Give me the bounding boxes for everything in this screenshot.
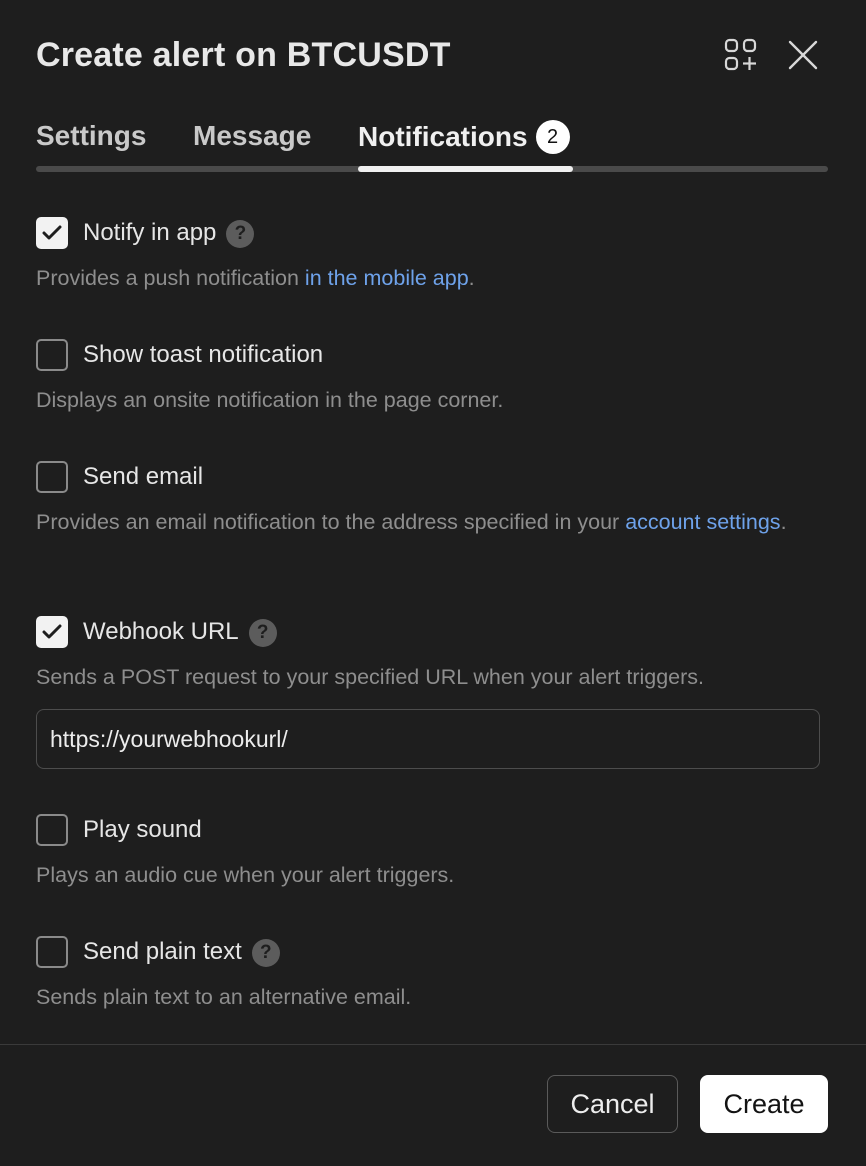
play-sound-label: Play sound bbox=[83, 816, 202, 843]
create-alert-dialog: Create alert on BTCUSDT Settings Message… bbox=[0, 0, 866, 1166]
cancel-button[interactable]: Cancel bbox=[547, 1075, 678, 1133]
tab-notifications[interactable]: Notifications 2 bbox=[358, 120, 570, 154]
send-plain-text-label: Send plain text? bbox=[83, 936, 280, 968]
close-icon[interactable] bbox=[786, 38, 820, 72]
notify-in-app-checkbox[interactable] bbox=[36, 217, 68, 249]
send-email-checkbox[interactable] bbox=[36, 461, 68, 493]
webhook-url-checkbox[interactable] bbox=[36, 616, 68, 648]
footer-divider bbox=[0, 1044, 866, 1045]
option-show-toast: Show toast notification Displays an onsi… bbox=[36, 339, 826, 417]
webhook-url-input[interactable] bbox=[36, 709, 820, 769]
notifications-count-badge: 2 bbox=[535, 120, 570, 154]
active-tab-indicator bbox=[358, 166, 573, 172]
question-mark-icon[interactable]: ? bbox=[226, 220, 255, 248]
checkmark-icon bbox=[42, 225, 62, 240]
dialog-title: Create alert on BTCUSDT bbox=[36, 36, 451, 74]
show-toast-label: Show toast notification bbox=[83, 341, 324, 368]
send-email-description: Provides an email notification to the ad… bbox=[36, 510, 787, 534]
option-notify-in-app: Notify in app? Provides a push notificat… bbox=[36, 217, 826, 295]
create-button[interactable]: Create bbox=[700, 1075, 828, 1133]
notify-in-app-description: Provides a push notification in the mobi… bbox=[36, 266, 475, 290]
add-widget-icon[interactable] bbox=[724, 38, 758, 72]
checkmark-icon bbox=[42, 624, 62, 639]
send-plain-text-checkbox[interactable] bbox=[36, 936, 68, 968]
option-send-plain-text: Send plain text? Sends plain text to an … bbox=[36, 936, 826, 1014]
show-toast-description: Displays an onsite notification in the p… bbox=[36, 388, 504, 412]
webhook-url-description: Sends a POST request to your specified U… bbox=[36, 665, 705, 689]
play-sound-checkbox[interactable] bbox=[36, 814, 68, 846]
option-webhook-url: Webhook URL? Sends a POST request to you… bbox=[36, 616, 826, 694]
notify-in-app-label: Notify in app? bbox=[83, 217, 255, 249]
webhook-url-label: Webhook URL? bbox=[83, 616, 277, 648]
question-mark-icon[interactable]: ? bbox=[251, 939, 280, 967]
option-send-email: Send email Provides an email notificatio… bbox=[36, 461, 826, 539]
tab-message[interactable]: Message bbox=[193, 120, 311, 152]
tab-settings[interactable]: Settings bbox=[36, 120, 146, 152]
send-plain-text-description: Sends plain text to an alternative email… bbox=[36, 985, 412, 1009]
show-toast-checkbox[interactable] bbox=[36, 339, 68, 371]
dialog-header: Create alert on BTCUSDT bbox=[36, 30, 830, 86]
question-mark-icon[interactable]: ? bbox=[248, 619, 277, 647]
tab-notifications-label: Notifications bbox=[358, 121, 528, 152]
tab-bar: Settings Message Notifications 2 bbox=[36, 112, 828, 174]
send-email-label: Send email bbox=[83, 463, 204, 490]
mobile-app-link[interactable]: in the mobile app bbox=[305, 266, 469, 290]
account-settings-link[interactable]: account settings bbox=[625, 510, 780, 534]
play-sound-description: Plays an audio cue when your alert trigg… bbox=[36, 863, 455, 887]
option-play-sound: Play sound Plays an audio cue when your … bbox=[36, 814, 826, 892]
